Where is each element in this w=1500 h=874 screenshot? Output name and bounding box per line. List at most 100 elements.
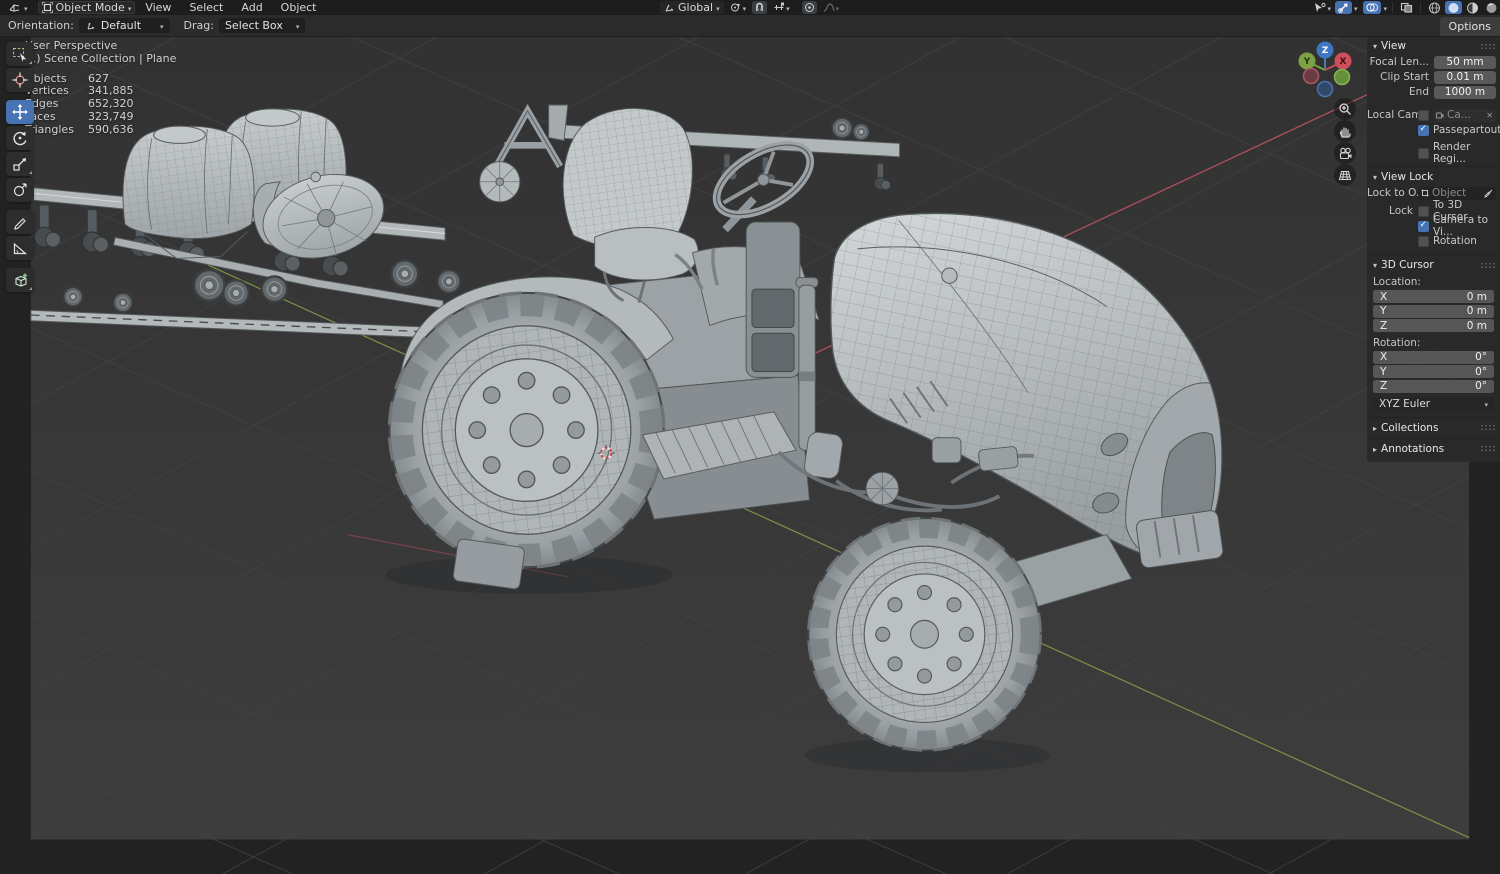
options-button[interactable]: Options xyxy=(1439,17,1500,36)
panel-view: View Focal Len... 50 mm Clip Start 0.01 … xyxy=(1367,36,1500,167)
transform-orientation-dropdown[interactable]: Global xyxy=(660,1,724,14)
tool-scale[interactable] xyxy=(6,152,34,176)
lock-rotation-label: Rotation xyxy=(1433,235,1477,247)
gizmo-neg-z-axis[interactable] xyxy=(1316,80,1334,98)
panel-annotations-header[interactable]: Annotations xyxy=(1367,441,1500,457)
local-camera-checkbox[interactable] xyxy=(1418,109,1429,121)
tool-transform[interactable] xyxy=(6,178,34,202)
panel-3d-cursor-header[interactable]: 3D Cursor xyxy=(1367,257,1500,273)
hand-icon xyxy=(1339,127,1351,138)
xray-icon xyxy=(1400,2,1413,13)
cursor-rotation-z-field[interactable]: Z 0° xyxy=(1373,379,1494,393)
menu-object[interactable]: Object xyxy=(273,1,325,14)
cursor-location-z-field[interactable]: Z0 m xyxy=(1373,319,1494,332)
snap-target-dropdown[interactable] xyxy=(771,1,792,14)
panel-collections-header[interactable]: Collections xyxy=(1367,420,1500,436)
navigation-gizmo[interactable]: Z Y X xyxy=(1284,40,1368,100)
3d-viewport[interactable]: User Perspective (1) Scene Collection | … xyxy=(0,36,1500,874)
tool-cursor[interactable] xyxy=(6,68,34,92)
object-visibility-dropdown[interactable] xyxy=(1311,1,1333,14)
lock-to-object-field[interactable]: Object xyxy=(1418,186,1496,200)
pivot-point-dropdown[interactable] xyxy=(728,1,749,14)
perspective-toggle-button[interactable] xyxy=(1334,164,1356,186)
clip-start-field[interactable]: 0.01 m xyxy=(1434,70,1496,84)
tool-add-cube[interactable] xyxy=(6,268,34,292)
panel-drag-grip[interactable] xyxy=(1480,445,1495,452)
editor-type-button[interactable] xyxy=(4,1,32,14)
drag-mode-dropdown[interactable]: Select Box xyxy=(218,18,306,33)
tool-settings-bar: Orientation: Default Drag: Select Box Op… xyxy=(0,15,1500,37)
menu-add[interactable]: Add xyxy=(233,1,270,14)
cursor-location-label: Location: xyxy=(1373,276,1421,288)
passepartout-checkbox[interactable] xyxy=(1418,124,1429,136)
panel-drag-grip[interactable] xyxy=(1480,42,1495,50)
shading-rendered-button[interactable] xyxy=(1483,1,1500,14)
rotation-mode-dropdown[interactable]: XYZ Euler xyxy=(1373,396,1494,411)
visibility-pointer-icon xyxy=(1315,2,1327,12)
zoom-button[interactable] xyxy=(1334,98,1356,120)
focal-length-field[interactable]: 50 mm xyxy=(1434,55,1496,69)
gizmo-neg-y-axis[interactable] xyxy=(1333,68,1351,86)
shading-material-button[interactable] xyxy=(1464,1,1481,14)
render-region-checkbox[interactable] xyxy=(1418,147,1429,159)
cursor-rotation-y-field[interactable]: Y 0° xyxy=(1373,365,1494,378)
render-region-label: Render Regi... xyxy=(1433,141,1471,165)
tool-select-box[interactable] xyxy=(6,42,34,66)
scene-context-label: (1) Scene Collection | Plane xyxy=(25,51,177,65)
snap-toggle[interactable] xyxy=(752,1,768,14)
viewport-scene[interactable] xyxy=(0,36,1500,874)
local-camera-field[interactable]: Ca... ✕ xyxy=(1433,108,1496,122)
shading-solid-icon xyxy=(1448,2,1459,13)
camera-icon xyxy=(1339,147,1351,159)
pan-button[interactable] xyxy=(1334,120,1356,142)
proportional-falloff-dropdown[interactable] xyxy=(821,1,842,14)
panel-annotations-title: Annotations xyxy=(1381,442,1445,455)
panel-drag-grip[interactable] xyxy=(1480,261,1495,269)
tool-annotate[interactable] xyxy=(6,210,34,234)
shading-solid-button[interactable] xyxy=(1445,1,1462,14)
xray-toggle[interactable] xyxy=(1398,1,1415,14)
cursor-location-y-field[interactable]: Y0 m xyxy=(1373,304,1494,318)
show-gizmo-toggle[interactable] xyxy=(1334,1,1352,14)
pivot-point-icon xyxy=(730,3,740,12)
gizmo-neg-x-axis[interactable] xyxy=(1302,67,1320,85)
panel-drag-grip[interactable] xyxy=(1480,424,1495,431)
cursor-rotation-x-field[interactable]: X 0° xyxy=(1373,350,1494,364)
drag-mode-value: Select Box xyxy=(224,19,283,32)
panel-view-lock-header[interactable]: View Lock xyxy=(1367,169,1500,185)
lock-to-object-label: Lock to O... xyxy=(1367,187,1418,199)
panel-collections: Collections xyxy=(1367,418,1500,439)
panel-3d-cursor-title: 3D Cursor xyxy=(1381,259,1434,271)
mode-dropdown[interactable]: Object Mode xyxy=(37,1,136,14)
eyedropper-icon[interactable] xyxy=(1484,189,1493,198)
menu-select[interactable]: Select xyxy=(181,1,231,14)
lock-rotation-checkbox[interactable] xyxy=(1418,235,1429,247)
panel-view-header[interactable]: View xyxy=(1367,38,1500,54)
magnet-icon xyxy=(756,2,763,11)
orientation-default-dropdown[interactable]: Default xyxy=(78,18,170,33)
gizmo-y-label: Y xyxy=(1303,57,1311,67)
clear-icon[interactable]: ✕ xyxy=(1486,111,1493,120)
lock-label: Lock xyxy=(1389,205,1413,217)
shading-wireframe-icon xyxy=(1429,2,1440,13)
camera-to-view-checkbox[interactable] xyxy=(1418,220,1429,232)
camera-view-button[interactable] xyxy=(1334,142,1356,164)
menu-view[interactable]: View xyxy=(137,1,179,14)
viewport-header: Object Mode View Select Add Object Globa… xyxy=(0,0,1500,15)
show-overlays-toggle[interactable] xyxy=(1363,1,1382,14)
local-camera-label: Local Cam... xyxy=(1367,109,1418,121)
cursor-location-x-field[interactable]: X0 m xyxy=(1373,290,1494,303)
tool-rotate[interactable] xyxy=(6,126,34,150)
proportional-editing-toggle[interactable] xyxy=(801,1,817,14)
clip-end-field[interactable]: 1000 m xyxy=(1434,85,1496,99)
shading-wireframe-button[interactable] xyxy=(1426,1,1443,14)
options-label: Options xyxy=(1448,20,1491,33)
clip-end-label: End xyxy=(1409,86,1429,98)
snap-increment-icon xyxy=(774,2,785,10)
tool-measure[interactable] xyxy=(6,236,34,260)
drag-label: Drag: xyxy=(183,19,214,32)
mode-label: Object Mode xyxy=(55,1,125,14)
passepartout-label: Passepartout xyxy=(1433,124,1500,136)
tool-move[interactable] xyxy=(6,100,34,124)
to-3d-cursor-checkbox[interactable] xyxy=(1418,205,1429,217)
